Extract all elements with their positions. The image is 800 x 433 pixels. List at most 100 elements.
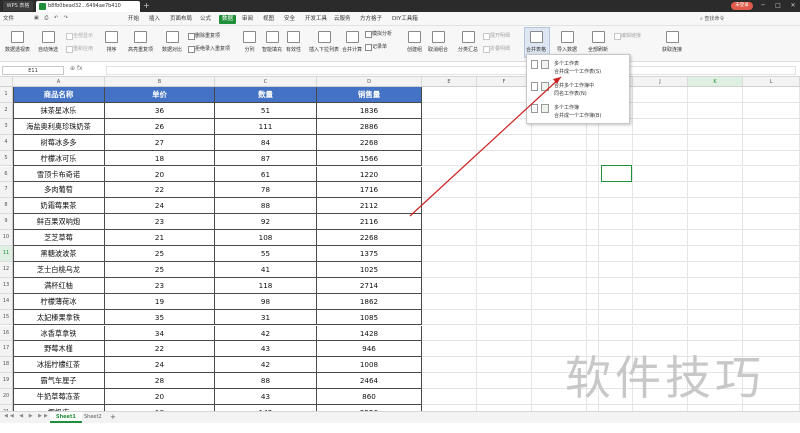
empty-cell[interactable]	[688, 277, 743, 294]
empty-cell[interactable]	[587, 246, 599, 262]
empty-cell[interactable]	[599, 182, 633, 199]
row-header-17[interactable]: 17	[0, 341, 13, 358]
hide-detail-button[interactable]: 折叠明细	[483, 45, 510, 53]
product-name-cell[interactable]: 鲜百果双响炮	[13, 214, 105, 231]
create-group-button[interactable]: 创建组	[407, 28, 422, 53]
product-name-cell[interactable]: 树莓冰多多	[13, 134, 105, 151]
table-cell[interactable]: 2464	[317, 373, 422, 390]
empty-cell[interactable]	[587, 198, 599, 215]
empty-cell[interactable]	[532, 198, 587, 215]
row-header-8[interactable]: 8	[0, 198, 13, 215]
empty-cell[interactable]	[743, 261, 800, 278]
formula-input[interactable]	[106, 66, 796, 75]
command-search[interactable]: ⌕ 查找命令	[700, 15, 724, 22]
empty-cell[interactable]	[532, 182, 587, 199]
empty-cell[interactable]	[587, 182, 599, 199]
product-name-cell[interactable]: 牛奶草莓冻茶	[13, 389, 105, 405]
empty-cell[interactable]	[532, 309, 587, 326]
quick-access-toolbar[interactable]: ▣ ⎙ ↶ ↷	[34, 15, 70, 21]
table-cell[interactable]: 111	[215, 118, 317, 135]
table-cell[interactable]: 35	[105, 309, 215, 326]
table-cell[interactable]: 22	[105, 182, 215, 199]
remove-duplicates-button[interactable]: 删除重复项	[188, 32, 220, 40]
empty-cell[interactable]	[477, 277, 532, 294]
empty-cell[interactable]	[587, 166, 599, 183]
empty-cell[interactable]	[599, 246, 633, 262]
empty-cell[interactable]	[633, 87, 688, 103]
table-cell[interactable]: 1428	[317, 325, 422, 342]
empty-cell[interactable]	[477, 293, 532, 310]
smart-fill-button[interactable]: 智能填充	[262, 28, 282, 53]
menu-formula[interactable]: 公式	[200, 15, 211, 24]
empty-cell[interactable]	[422, 166, 477, 183]
table-cell[interactable]: 92	[215, 214, 317, 231]
table-cell[interactable]: 1716	[317, 182, 422, 199]
row-header-10[interactable]: 10	[0, 230, 13, 246]
table-cell[interactable]: 24	[105, 357, 215, 374]
what-if-button[interactable]: 模拟分析	[365, 30, 392, 38]
table-cell[interactable]: 1220	[317, 166, 422, 183]
empty-cell[interactable]	[587, 293, 599, 310]
product-name-cell[interactable]: 奶霜莓果茶	[13, 198, 105, 215]
empty-cell[interactable]	[688, 309, 743, 326]
empty-cell[interactable]	[477, 118, 532, 135]
table-cell[interactable]: 43	[215, 341, 317, 358]
product-name-cell[interactable]: 多肉葡萄	[13, 182, 105, 199]
empty-cell[interactable]	[633, 134, 688, 151]
table-cell[interactable]: 20	[105, 166, 215, 183]
table-cell[interactable]: 1025	[317, 261, 422, 278]
insert-dropdown-button[interactable]: 插入下拉列表	[309, 28, 339, 53]
empty-cell[interactable]	[599, 277, 633, 294]
empty-cell[interactable]	[422, 277, 477, 294]
table-header-cell[interactable]: 单价	[105, 87, 215, 103]
empty-cell[interactable]	[477, 102, 532, 119]
empty-cell[interactable]	[477, 309, 532, 326]
empty-cell[interactable]	[688, 293, 743, 310]
empty-cell[interactable]	[422, 357, 477, 374]
empty-cell[interactable]	[633, 166, 688, 183]
empty-cell[interactable]	[743, 246, 800, 262]
row-header-12[interactable]: 12	[0, 261, 13, 278]
table-cell[interactable]: 78	[215, 182, 317, 199]
table-cell[interactable]: 25	[105, 246, 215, 262]
column-header-a[interactable]: A	[13, 77, 105, 87]
table-cell[interactable]: 34	[105, 325, 215, 342]
empty-cell[interactable]	[633, 309, 688, 326]
column-header-c[interactable]: C	[215, 77, 317, 87]
row-header-20[interactable]: 20	[0, 389, 13, 405]
empty-cell[interactable]	[422, 261, 477, 278]
empty-cell[interactable]	[422, 246, 477, 262]
product-name-cell[interactable]: 海盐奥利奥珍珠奶茶	[13, 118, 105, 135]
empty-cell[interactable]	[477, 341, 532, 358]
table-cell[interactable]: 84	[215, 134, 317, 151]
table-cell[interactable]: 61	[215, 166, 317, 183]
menu-home[interactable]: 开始	[128, 15, 139, 24]
empty-cell[interactable]	[633, 150, 688, 167]
subtotal-button[interactable]: 分类汇总	[458, 28, 478, 53]
table-cell[interactable]: 108	[215, 230, 317, 246]
login-badge[interactable]: 未登录	[731, 2, 753, 10]
empty-cell[interactable]	[743, 87, 800, 103]
table-cell[interactable]: 88	[215, 373, 317, 390]
column-header-f[interactable]: F	[477, 77, 532, 87]
empty-cell[interactable]	[477, 246, 532, 262]
table-cell[interactable]: 2714	[317, 277, 422, 294]
empty-cell[interactable]	[743, 198, 800, 215]
column-header-k[interactable]: K	[688, 77, 743, 87]
empty-cell[interactable]	[599, 198, 633, 215]
product-name-cell[interactable]: 太妃榛果拿铁	[13, 309, 105, 326]
menu-insert[interactable]: 插入	[149, 15, 160, 24]
empty-cell[interactable]	[477, 230, 532, 246]
product-name-cell[interactable]: 抹茶星冰乐	[13, 102, 105, 119]
merge-same-name-sheets-item[interactable]: 合并多个工作簿中 同名工作表(N)	[527, 79, 629, 100]
table-cell[interactable]: 860	[317, 389, 422, 405]
empty-cell[interactable]	[477, 182, 532, 199]
empty-cell[interactable]	[422, 389, 477, 405]
empty-cell[interactable]	[477, 214, 532, 231]
menu-page-layout[interactable]: 页面布局	[170, 15, 192, 24]
empty-cell[interactable]	[688, 134, 743, 151]
record-form-button[interactable]: 记录单	[365, 43, 387, 51]
empty-cell[interactable]	[688, 87, 743, 103]
table-header-cell[interactable]: 商品名称	[13, 87, 105, 103]
table-cell[interactable]: 2268	[317, 230, 422, 246]
